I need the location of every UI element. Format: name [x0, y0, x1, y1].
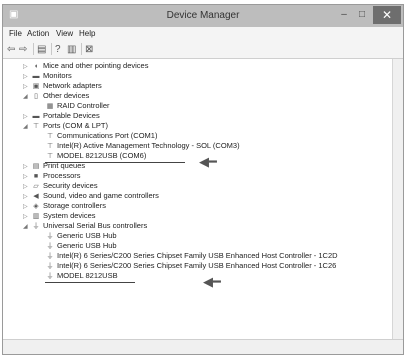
- tree-item-label: Ports (COM & LPT): [43, 121, 109, 130]
- tree-item-label: Print queues: [43, 161, 86, 170]
- tree-item-label: RAID Controller: [57, 101, 110, 110]
- tree-item-usb-controllers[interactable]: ◢ ⏚ Universal Serial Bus controllers: [23, 221, 147, 231]
- tree-item-security-devices[interactable]: ▷ ▱ Security devices: [23, 181, 98, 191]
- tree-item-processors[interactable]: ▷ ■ Processors: [23, 171, 81, 181]
- tree-item-label: MODEL 8212USB (COM6): [57, 151, 147, 160]
- tree-item-label: System devices: [43, 211, 96, 220]
- menu-action[interactable]: Action: [27, 29, 49, 38]
- menu-help[interactable]: Help: [79, 29, 95, 38]
- tree-item-label: Generic USB Hub: [57, 231, 117, 240]
- tree-item-label: Intel(R) 6 Series/C200 Series Chipset Fa…: [57, 261, 337, 270]
- tree-item-generic-usb-hub-2[interactable]: ⏚ Generic USB Hub: [45, 241, 117, 251]
- arrow-left-icon: ◀━: [203, 274, 221, 289]
- tree-item-label: Network adapters: [43, 81, 102, 90]
- tree-item-generic-usb-hub-1[interactable]: ⏚ Generic USB Hub: [45, 231, 117, 241]
- tree-item-portable-devices[interactable]: ▷ ▬ Portable Devices: [23, 111, 100, 121]
- minimize-button[interactable]: –: [335, 6, 353, 24]
- tree-item-label: MODEL 8212USB: [57, 271, 118, 280]
- tree-item-other-devices[interactable]: ◢ ▯ Other devices: [23, 91, 89, 101]
- highlight-underline: [45, 282, 135, 283]
- expanded-arrow-icon[interactable]: ◢: [23, 122, 31, 132]
- tree-item-com1[interactable]: ⊤ Communications Port (COM1): [45, 131, 158, 141]
- tree-item-label: Mice and other pointing devices: [43, 61, 149, 70]
- tree-item-network-adapters[interactable]: ▷ ▣ Network adapters: [23, 81, 102, 91]
- tree-item-label: Processors: [43, 171, 81, 180]
- properties-icon[interactable]: ▤: [37, 44, 46, 55]
- tree-item-print-queues[interactable]: ▷ ▤ Print queues: [23, 161, 85, 171]
- expanded-arrow-icon[interactable]: ◢: [23, 92, 31, 102]
- other-devices-icon: ▯: [34, 93, 38, 100]
- back-icon[interactable]: ⇦: [7, 44, 15, 55]
- tree-item-label: Communications Port (COM1): [57, 131, 158, 140]
- forward-icon[interactable]: ⇨: [19, 44, 27, 55]
- toolbar-separator: [51, 43, 52, 55]
- tree-item-label: Intel(R) Active Management Technology - …: [57, 141, 240, 150]
- tree-item-label: Generic USB Hub: [57, 241, 117, 250]
- tree-item-label: Universal Serial Bus controllers: [43, 221, 148, 230]
- usb-icon: ⏚: [32, 223, 40, 230]
- usb-icon: ⏚: [46, 273, 54, 280]
- close-button[interactable]: ✕: [373, 6, 401, 24]
- port-icon: ⊤: [32, 123, 40, 130]
- toolbar-separator: [33, 43, 34, 55]
- device-manager-window: ▣ Device Manager – □ ✕ File Action View …: [2, 4, 404, 355]
- menu-bar: File Action View Help: [3, 27, 403, 41]
- tree-item-com3[interactable]: ⊤ Intel(R) Active Management Technology -…: [45, 141, 240, 151]
- tree-item-model-8212usb[interactable]: ⏚ MODEL 8212USB: [45, 271, 118, 281]
- tree-item-raid-controller[interactable]: ▦ RAID Controller: [45, 101, 110, 111]
- view-icon[interactable]: ▥: [67, 44, 76, 55]
- tree-item-label: Security devices: [43, 181, 98, 190]
- tree-item-usb-host-1c26[interactable]: ⏚ Intel(R) 6 Series/C200 Series Chipset F…: [45, 261, 337, 271]
- tree-item-label: Other devices: [43, 91, 90, 100]
- tree-item-model-8212usb-com6[interactable]: ⊤ MODEL 8212USB (COM6): [45, 151, 146, 161]
- tree-item-storage[interactable]: ▷ ◈ Storage controllers: [23, 201, 106, 211]
- title-bar[interactable]: ▣ Device Manager – □ ✕: [3, 5, 403, 27]
- tree-item-label: Sound, video and game controllers: [43, 191, 159, 200]
- status-bar: [3, 339, 403, 354]
- expanded-arrow-icon[interactable]: ◢: [23, 222, 31, 232]
- tree-item-label: Storage controllers: [43, 201, 106, 210]
- tree-item-label: Monitors: [43, 71, 72, 80]
- tree-item-system-devices[interactable]: ▷ ▥ System devices: [23, 211, 96, 221]
- tree-item-mice[interactable]: ▷ ◖ Mice and other pointing devices: [23, 61, 148, 71]
- maximize-button[interactable]: □: [353, 6, 371, 24]
- tree-item-monitors[interactable]: ▷ ▬ Monitors: [23, 71, 72, 81]
- menu-view[interactable]: View: [56, 29, 73, 38]
- tree-item-label: Intel(R) 6 Series/C200 Series Chipset Fa…: [57, 251, 338, 260]
- scan-hardware-icon[interactable]: ⊠: [85, 44, 93, 55]
- device-tree: ▷ ◖ Mice and other pointing devices ▷ ▬ Moni…: [3, 59, 393, 340]
- tree-item-sound[interactable]: ▷ ◀ Sound, video and game controllers: [23, 191, 159, 201]
- toolbar-separator: [81, 43, 82, 55]
- tree-item-label: Portable Devices: [43, 111, 100, 120]
- toolbar: ⇦ ⇨ ▤ ? ▥ ⊠: [3, 41, 403, 59]
- help-icon[interactable]: ?: [55, 44, 61, 55]
- arrow-left-icon: ◀━: [199, 154, 217, 169]
- tree-item-ports[interactable]: ◢ ⊤ Ports (COM & LPT): [23, 121, 108, 131]
- menu-file[interactable]: File: [9, 29, 22, 38]
- tree-item-usb-host-1c2d[interactable]: ⏚ Intel(R) 6 Series/C200 Series Chipset F…: [45, 251, 338, 261]
- vertical-scrollbar[interactable]: [392, 59, 403, 340]
